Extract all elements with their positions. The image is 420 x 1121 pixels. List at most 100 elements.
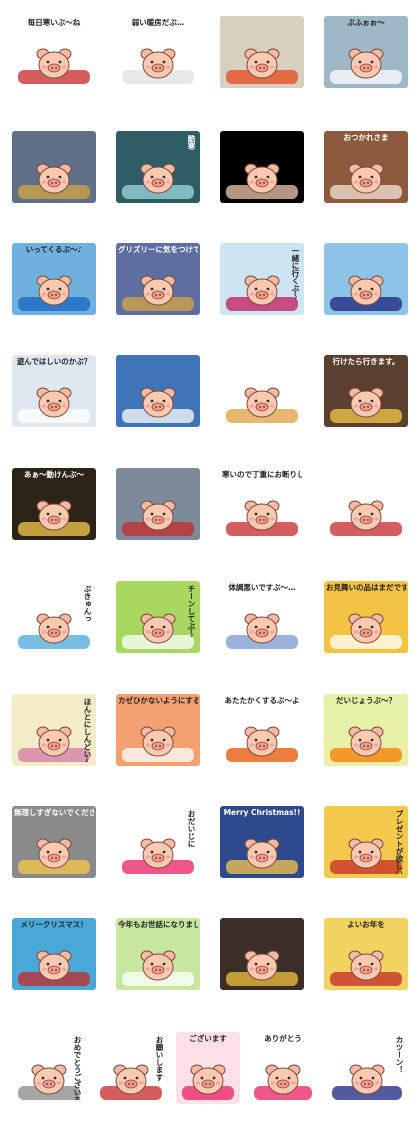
pig-character-icon (242, 46, 282, 82)
sticker-caption: ほんとにしんどいんぶ〜…ごめんぶ (83, 698, 92, 762)
pig-character-icon (138, 836, 178, 872)
sticker-20[interactable] (324, 468, 408, 540)
sticker-29[interactable]: 無理しすぎないでくださいぶ〜 (12, 806, 96, 878)
sticker-5[interactable] (12, 131, 96, 203)
sticker-6[interactable]: 酷寒 (116, 131, 200, 203)
pig-character-icon (138, 273, 178, 309)
sticker-caption: カゼひかないようにするぶ〜よ (118, 696, 198, 705)
sticker-7[interactable] (220, 131, 304, 203)
sticker-19[interactable]: 寒いので丁重にお断りしますぶ。 (220, 468, 304, 540)
pig-character-icon (242, 836, 282, 872)
sticker-27[interactable]: あたたかくするぶ〜よ (220, 694, 304, 766)
pig-character-icon (346, 273, 386, 309)
pig-character-icon (188, 1062, 228, 1098)
sticker-32[interactable]: プレゼントが欲しいぶ！ (324, 806, 408, 878)
pig-character-icon (242, 385, 282, 421)
sticker-41[interactable]: カツーン！ (326, 1032, 408, 1104)
sticker-caption: チーンしてぶ〜 (187, 585, 196, 638)
pig-character-icon (242, 273, 282, 309)
sticker-caption: メリークリスマス！ (20, 920, 88, 929)
pig-character-icon (347, 1062, 387, 1098)
sticker-30[interactable]: おだいじに (116, 806, 200, 878)
sticker-11[interactable]: 一緒に行くぶ〜 (220, 243, 304, 315)
pig-character-icon (242, 611, 282, 647)
sticker-caption: ぶきゅんっ (83, 585, 92, 623)
pig-character-icon (242, 724, 282, 760)
sticker-caption: 今年もお世話になりましたぶ〜 (118, 920, 198, 929)
pig-character-icon (242, 498, 282, 534)
sticker-35[interactable] (220, 918, 304, 990)
sticker-40[interactable]: ありがとう (248, 1032, 318, 1104)
sticker-caption: 行けたら行きます。 (332, 357, 400, 366)
sticker-caption: よいお年を (347, 920, 385, 929)
sticker-caption: おめでとうございます (73, 1036, 82, 1100)
sticker-caption: ありがとう (264, 1034, 302, 1043)
sticker-10[interactable]: グリズリーに気をつけてね〜 (116, 243, 200, 315)
pig-character-icon (111, 1062, 151, 1098)
sticker-16[interactable]: 行けたら行きます。 (324, 355, 408, 427)
sticker-21[interactable]: ぶきゅんっ (12, 581, 96, 653)
pig-character-icon (138, 611, 178, 647)
pig-character-icon (346, 161, 386, 197)
sticker-22[interactable]: チーンしてぶ〜 (116, 581, 200, 653)
sticker-grid: 毎日寒いぶ〜ね 弱い暖房だぶ… ぶふぉぉ〜 酷寒 おつかれさま いってくるぶ〜♪… (0, 0, 420, 1121)
sticker-26[interactable]: カゼひかないようにするぶ〜よ (116, 694, 200, 766)
pig-character-icon (29, 1062, 69, 1098)
pig-character-icon (34, 385, 74, 421)
pig-character-icon (34, 611, 74, 647)
sticker-34[interactable]: 今年もお世話になりましたぶ〜 (116, 918, 200, 990)
sticker-17[interactable]: あぁ〜動けんぶ〜 (12, 468, 96, 540)
pig-character-icon (138, 161, 178, 197)
sticker-37[interactable]: おめでとうございます (12, 1032, 86, 1104)
sticker-4[interactable]: ぶふぉぉ〜 (324, 16, 408, 88)
sticker-caption: 寒いので丁重にお断りしますぶ。 (222, 470, 302, 479)
sticker-25[interactable]: ほんとにしんどいんぶ〜…ごめんぶ (12, 694, 96, 766)
sticker-14[interactable] (116, 355, 200, 427)
sticker-caption: お見舞いの品はまだですかぶ？ (326, 583, 406, 592)
sticker-caption: だいじょうぶ〜？ (336, 696, 396, 705)
pig-character-icon (263, 1062, 303, 1098)
pig-character-icon (34, 948, 74, 984)
sticker-23[interactable]: 体調悪いですぶ〜… (220, 581, 304, 653)
sticker-33[interactable]: メリークリスマス！ (12, 918, 96, 990)
sticker-1[interactable]: 毎日寒いぶ〜ね (12, 16, 96, 88)
sticker-caption: 弱い暖房だぶ… (131, 18, 185, 27)
pig-character-icon (138, 948, 178, 984)
sticker-9[interactable]: いってくるぶ〜♪ (12, 243, 96, 315)
sticker-8[interactable]: おつかれさま (324, 131, 408, 203)
sticker-39[interactable]: ございます (176, 1032, 240, 1104)
pig-character-icon (346, 948, 386, 984)
sticker-caption: おだいじに (187, 810, 196, 848)
sticker-12[interactable] (324, 243, 408, 315)
sticker-3[interactable] (220, 16, 304, 88)
sticker-caption: Merry Christmas!! (223, 808, 301, 817)
sticker-28[interactable]: だいじょうぶ〜？ (324, 694, 408, 766)
pig-character-icon (34, 498, 74, 534)
sticker-2[interactable]: 弱い暖房だぶ… (116, 16, 200, 88)
sticker-13[interactable]: 遊んではしいのかぶ？ (12, 355, 96, 427)
sticker-caption: 無理しすぎないでくださいぶ〜 (14, 808, 94, 817)
sticker-caption: 遊んではしいのかぶ？ (16, 357, 92, 366)
sticker-caption: 一緒に行くぶ〜 (291, 247, 300, 300)
pig-character-icon (34, 46, 74, 82)
pig-character-icon (346, 385, 386, 421)
pig-character-icon (346, 611, 386, 647)
pig-character-icon (34, 161, 74, 197)
sticker-caption: 体調悪いですぶ〜… (228, 583, 296, 592)
sticker-38[interactable]: お願いします (94, 1032, 168, 1104)
sticker-24[interactable]: お見舞いの品はまだですかぶ？ (324, 581, 408, 653)
sticker-15[interactable] (220, 355, 304, 427)
sticker-caption: カツーン！ (395, 1036, 404, 1074)
pig-character-icon (242, 161, 282, 197)
sticker-36[interactable]: よいお年を (324, 918, 408, 990)
sticker-18[interactable] (116, 468, 200, 540)
pig-character-icon (34, 273, 74, 309)
pig-character-icon (138, 385, 178, 421)
sticker-caption: あたたかくするぶ〜よ (224, 696, 300, 705)
pig-character-icon (346, 46, 386, 82)
pig-character-icon (34, 836, 74, 872)
pig-character-icon (346, 498, 386, 534)
sticker-caption: いってくるぶ〜♪ (25, 245, 83, 254)
pig-character-icon (346, 724, 386, 760)
sticker-31[interactable]: Merry Christmas!! (220, 806, 304, 878)
